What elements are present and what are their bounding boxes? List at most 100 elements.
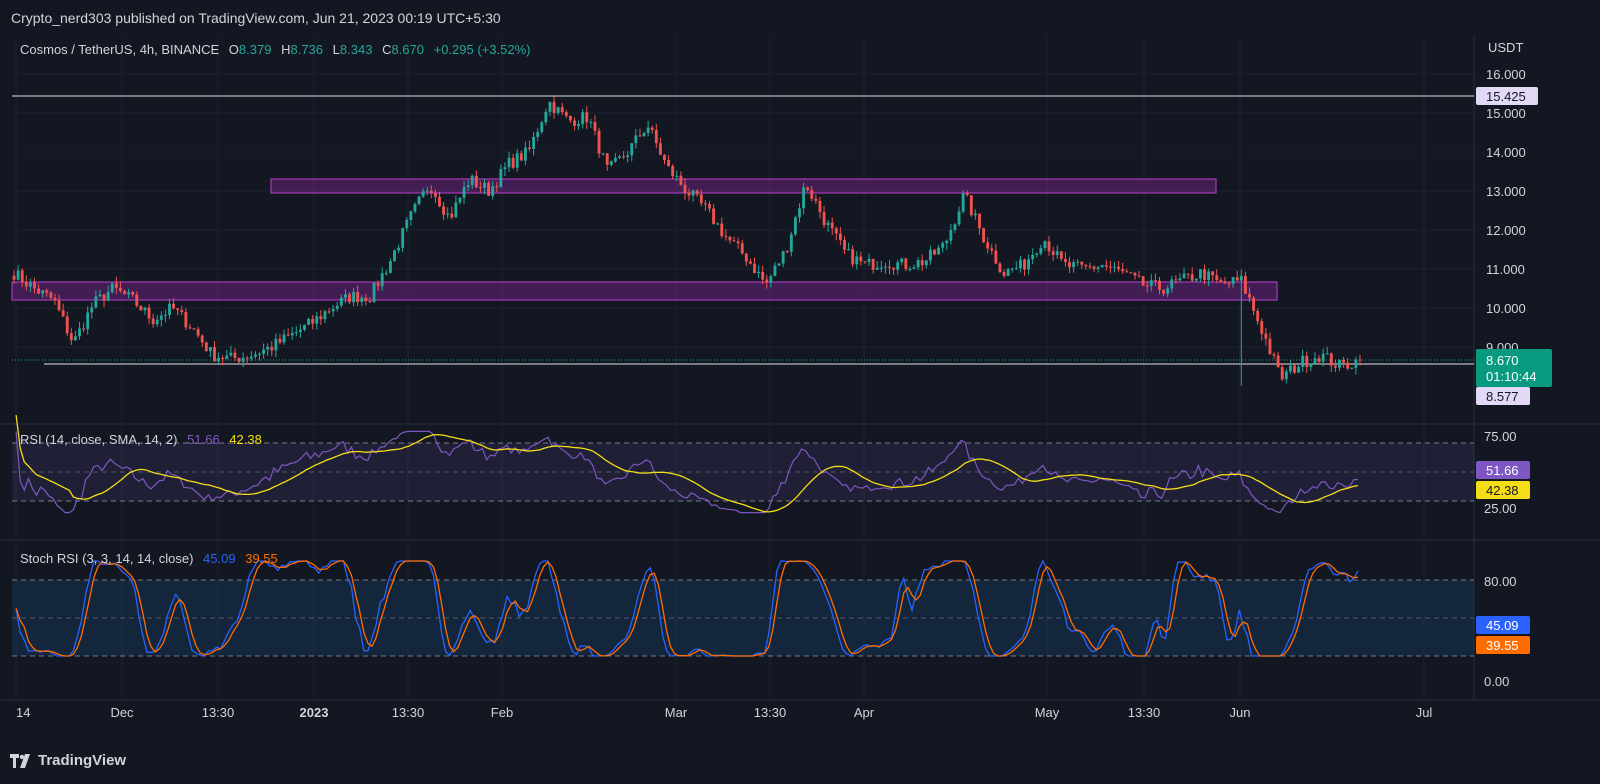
candle-body xyxy=(1297,366,1301,373)
candle-body xyxy=(802,187,806,209)
candle-body xyxy=(478,187,482,189)
candle-body xyxy=(532,136,536,149)
candle-body xyxy=(1309,363,1313,367)
rsi-value: 51.66 xyxy=(187,432,220,447)
candle-body xyxy=(413,204,417,212)
candle-body xyxy=(658,143,662,155)
candlestick-series[interactable] xyxy=(12,96,1362,386)
candle-body xyxy=(560,107,564,113)
support-price-label: 8.577 xyxy=(1486,389,1519,404)
candle-body xyxy=(253,354,257,357)
candle-body xyxy=(331,308,335,312)
candle-body xyxy=(1063,258,1067,262)
candle-body xyxy=(634,135,638,144)
time-tick-label: Dec xyxy=(110,705,134,720)
candle-body xyxy=(78,328,81,337)
candle-body xyxy=(638,135,642,137)
candle-body xyxy=(368,301,372,303)
candle-body xyxy=(994,250,998,264)
candle-body xyxy=(151,318,155,325)
candle-body xyxy=(900,258,904,263)
candle-body xyxy=(33,282,36,289)
candle-body xyxy=(245,357,249,359)
candle-body xyxy=(1284,371,1288,380)
candle-body xyxy=(458,197,462,203)
candle-body xyxy=(1329,353,1333,366)
candle-body xyxy=(912,267,916,270)
candle-body xyxy=(1113,266,1116,268)
candle-body xyxy=(703,203,707,205)
time-tick-label: Jul xyxy=(1416,705,1433,720)
candle-body xyxy=(695,190,699,195)
candle-body xyxy=(597,130,601,154)
candle-body xyxy=(1068,261,1071,268)
candle-body xyxy=(319,316,323,320)
candle-body xyxy=(519,153,523,161)
candle-body xyxy=(593,122,597,131)
candle-body xyxy=(278,338,282,343)
candle-body xyxy=(982,228,986,243)
candle-body xyxy=(712,208,716,224)
candle-body xyxy=(798,208,801,218)
candle-body xyxy=(192,328,196,330)
candle-body xyxy=(1092,266,1096,269)
time-axis[interactable]: 14 Dec 13:30 2023 13:30 Feb Mar 13:30 Apr May 13:3… xyxy=(16,705,1432,720)
candle-body xyxy=(732,240,736,242)
candle-body xyxy=(290,332,294,336)
candle-body xyxy=(957,211,961,225)
published-info: Crypto_nerd303 published on TradingView.… xyxy=(11,10,501,26)
candle-body xyxy=(675,175,679,177)
price-tick-label: 11.000 xyxy=(1486,262,1525,277)
candle-body xyxy=(949,229,953,241)
stoch-d-badge-label: 39.55 xyxy=(1486,638,1519,653)
candle-body xyxy=(180,310,184,313)
candle-body xyxy=(499,169,503,188)
candle-body xyxy=(127,292,131,295)
top-bar: Crypto_nerd303 published on TradingView.… xyxy=(0,0,1600,36)
candle-body xyxy=(1342,360,1346,363)
candle-body xyxy=(654,129,658,144)
candle-body xyxy=(225,355,229,360)
price-axis[interactable]: 16.000 15.000 14.000 13.000 12.000 11.000 10.0… xyxy=(1486,67,1526,355)
candle-body xyxy=(814,198,818,201)
time-tick-label: Mar xyxy=(665,705,688,720)
candle-body xyxy=(1186,273,1190,275)
close-label: C xyxy=(382,42,391,57)
candle-body xyxy=(294,332,298,334)
candle-body xyxy=(233,352,237,358)
chart-canvas[interactable]: Cosmos / TetherUS, 4h, BINANCE O8.379 H8… xyxy=(0,36,1600,774)
candle-body xyxy=(176,308,180,311)
candle-body xyxy=(1084,264,1088,267)
candle-body xyxy=(339,297,343,306)
candle-body xyxy=(45,290,49,293)
time-tick-label: 14 xyxy=(16,705,30,720)
candle-body xyxy=(131,292,135,295)
candle-body xyxy=(12,275,16,280)
candle-body xyxy=(147,307,151,319)
candle-body xyxy=(740,243,744,254)
candle-body xyxy=(687,192,691,196)
candle-body xyxy=(618,156,621,158)
candle-body xyxy=(1321,353,1325,362)
candle-body xyxy=(237,357,241,362)
candle-body xyxy=(1350,367,1354,369)
candle-body xyxy=(961,193,965,212)
candle-body xyxy=(135,294,139,306)
stoch-k-badge-label: 45.09 xyxy=(1486,618,1519,633)
resistance-zone[interactable] xyxy=(270,178,1217,194)
candle-body xyxy=(990,248,994,251)
candle-body xyxy=(217,357,221,362)
candle-body xyxy=(855,256,859,265)
tradingview-logo[interactable]: TradingView xyxy=(10,752,126,769)
support-zone[interactable] xyxy=(11,281,1278,301)
candle-body xyxy=(266,346,270,350)
candle-body xyxy=(851,249,855,265)
candle-body xyxy=(720,223,724,237)
time-tick-label: May xyxy=(1035,705,1060,720)
candle-body xyxy=(761,271,765,280)
candle-body xyxy=(200,335,204,343)
chart-area[interactable]: Cosmos / TetherUS, 4h, BINANCE O8.379 H8… xyxy=(0,36,1600,774)
candle-body xyxy=(573,120,576,126)
candle-body xyxy=(1170,279,1174,289)
candle-body xyxy=(589,122,593,124)
